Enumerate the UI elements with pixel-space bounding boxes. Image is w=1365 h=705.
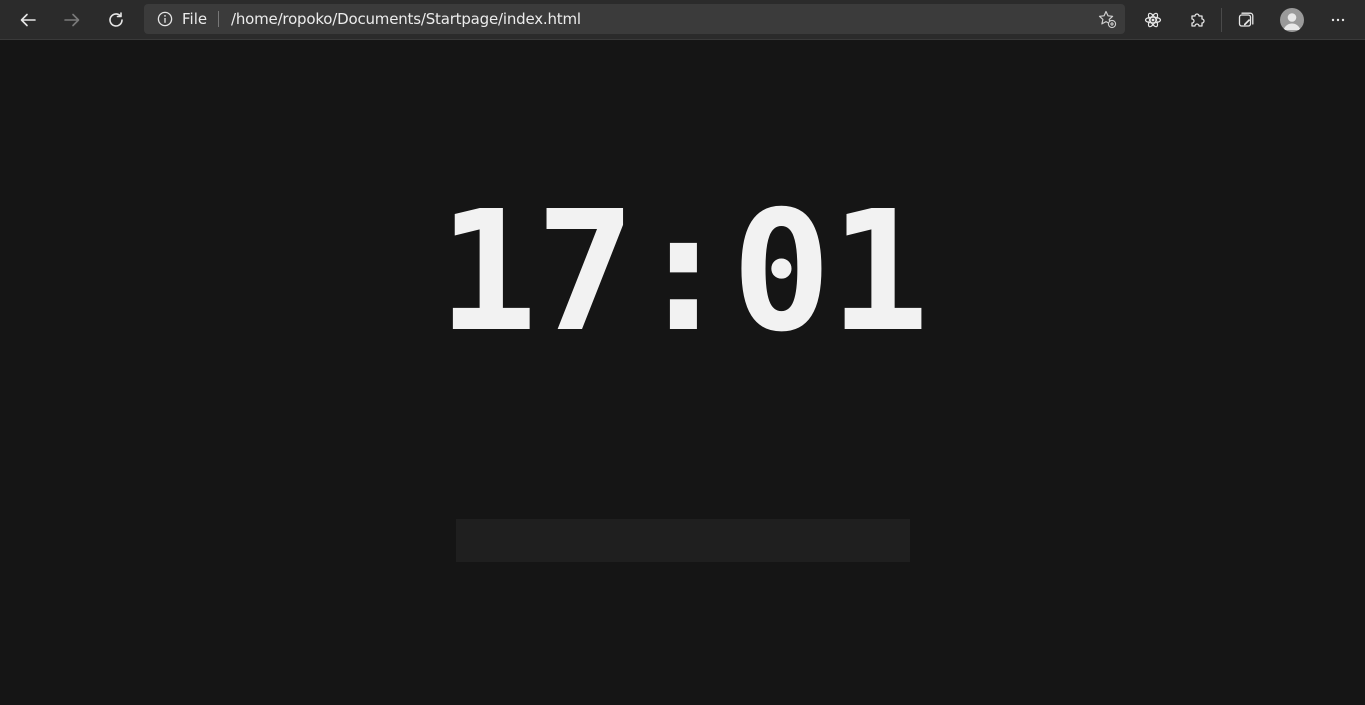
arrow-left-icon	[20, 13, 36, 27]
more-menu-button[interactable]	[1322, 4, 1354, 36]
more-icon	[1331, 18, 1345, 22]
clock-display: 17:01	[437, 176, 930, 369]
collections-button[interactable]	[1230, 4, 1262, 36]
back-button[interactable]	[12, 4, 44, 36]
react-devtools-icon	[1144, 12, 1162, 28]
url-text[interactable]: /home/ropoko/Documents/Startpage/index.h…	[231, 10, 581, 28]
site-scheme-label[interactable]: File	[182, 10, 207, 28]
react-devtools-button[interactable]	[1137, 4, 1169, 36]
arrow-right-icon	[64, 13, 80, 27]
collections-icon	[1238, 12, 1254, 27]
extensions-button[interactable]	[1181, 4, 1213, 36]
info-icon[interactable]	[157, 11, 173, 27]
search-input[interactable]	[456, 519, 910, 562]
extensions-icon	[1191, 13, 1205, 27]
favorite-add-icon[interactable]	[1097, 9, 1117, 29]
reload-button[interactable]	[100, 4, 132, 36]
reload-icon	[109, 12, 123, 27]
toolbar-divider	[1221, 8, 1222, 32]
browser-toolbar: File /home/ropoko/Documents/Startpage/in…	[0, 0, 1365, 40]
address-bar[interactable]: File /home/ropoko/Documents/Startpage/in…	[144, 4, 1125, 34]
forward-button[interactable]	[56, 4, 88, 36]
profile-avatar[interactable]	[1280, 8, 1304, 32]
profile-icon	[1283, 13, 1301, 30]
address-divider	[218, 11, 219, 27]
